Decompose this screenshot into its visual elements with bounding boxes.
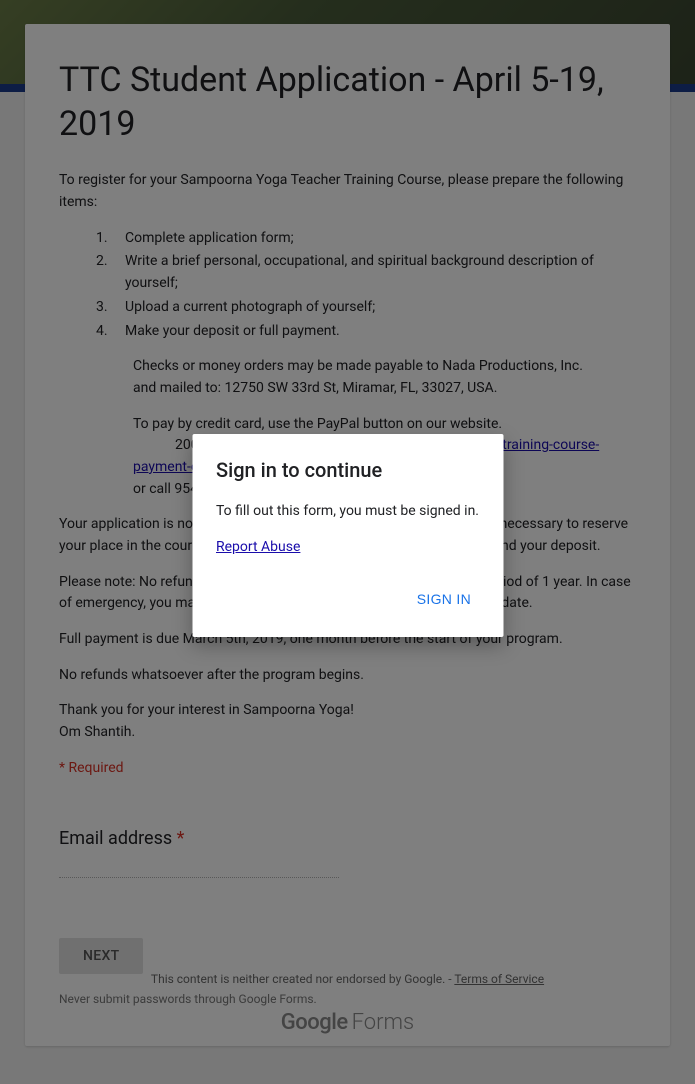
dialog-title: Sign in to continue <box>216 458 479 482</box>
signin-button[interactable]: SIGN IN <box>409 585 479 613</box>
signin-dialog: Sign in to continue To fill out this for… <box>192 434 503 637</box>
dialog-text: To fill out this form, you must be signe… <box>216 502 479 522</box>
report-abuse-link[interactable]: Report Abuse <box>216 539 300 555</box>
